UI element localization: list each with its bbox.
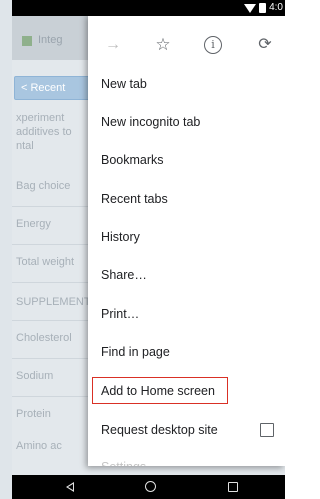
checkbox-icon[interactable] <box>260 423 274 437</box>
menu-item-settings[interactable]: Settings <box>88 448 285 466</box>
background-text-line: Sodium <box>16 370 54 382</box>
background-divider <box>12 320 92 321</box>
menu-item-print[interactable]: Print… <box>88 295 285 333</box>
background-text-line: ntal <box>16 140 34 152</box>
background-divider <box>12 244 92 245</box>
chrome-overflow-menu: → ☆ i ⟳ New tab New incognito tab Bookma… <box>88 14 285 466</box>
background-text-line: Energy <box>16 218 51 230</box>
menu-item-label: Bookmarks <box>101 153 164 167</box>
star-icon[interactable]: ☆ <box>152 34 174 56</box>
menu-item-label: Share… <box>101 268 147 282</box>
menu-item-recent-tabs[interactable]: Recent tabs <box>88 180 285 218</box>
battery-icon <box>259 3 267 13</box>
menu-toolbar: → ☆ i ⟳ <box>88 30 285 60</box>
menu-item-bookmarks[interactable]: Bookmarks <box>88 141 285 179</box>
status-bar: 4:0 <box>12 0 285 16</box>
info-icon[interactable]: i <box>204 36 222 54</box>
background-divider <box>12 206 92 207</box>
wifi-icon <box>244 4 257 13</box>
android-nav-bar <box>12 475 285 499</box>
background-divider <box>12 282 92 283</box>
status-icons: 4:0 <box>244 1 283 15</box>
menu-item-new-incognito-tab[interactable]: New incognito tab <box>88 103 285 141</box>
home-icon[interactable] <box>145 481 156 492</box>
menu-item-label: Add to Home screen <box>101 384 215 398</box>
menu-item-request-desktop-site[interactable]: Request desktop site <box>88 411 285 449</box>
background-text-line: Amino ac <box>16 440 62 452</box>
background-tab-text: Integ <box>38 34 63 46</box>
favicon-icon <box>22 36 32 46</box>
background-divider <box>12 358 92 359</box>
background-text-line: Total weight <box>16 256 75 268</box>
forward-arrow-icon[interactable]: → <box>102 34 124 56</box>
refresh-icon[interactable]: ⟳ <box>254 34 276 56</box>
recents-icon[interactable] <box>228 482 238 492</box>
menu-item-label: History <box>101 230 140 244</box>
menu-item-new-tab[interactable]: New tab <box>88 65 285 103</box>
menu-item-share[interactable]: Share… <box>88 256 285 294</box>
background-text-line: SUPPLEMENT <box>16 296 91 308</box>
background-text-line: xperiment <box>16 112 65 124</box>
menu-item-label: Recent tabs <box>101 192 168 206</box>
menu-item-label: Find in page <box>101 345 170 359</box>
menu-item-label: New tab <box>101 77 147 91</box>
status-time: 4:0 <box>269 2 283 13</box>
background-text-line: Protein <box>16 408 51 420</box>
menu-item-history[interactable]: History <box>88 218 285 256</box>
background-text-line: additives to <box>16 126 72 138</box>
menu-item-label: Settings <box>101 448 146 466</box>
menu-item-add-to-home-screen[interactable]: Add to Home screen <box>88 372 285 410</box>
menu-item-label: Print… <box>101 307 140 321</box>
back-icon[interactable] <box>66 482 74 492</box>
menu-item-find-in-page[interactable]: Find in page <box>88 333 285 371</box>
background-divider <box>12 396 92 397</box>
menu-item-label: Request desktop site <box>101 423 218 437</box>
phone-screen: 4:0 Integ < Recent xperiment additives t… <box>0 0 285 499</box>
background-text-line: Bag choice <box>16 180 71 192</box>
background-text-line: Cholesterol <box>16 332 72 344</box>
menu-item-label: New incognito tab <box>101 115 201 129</box>
